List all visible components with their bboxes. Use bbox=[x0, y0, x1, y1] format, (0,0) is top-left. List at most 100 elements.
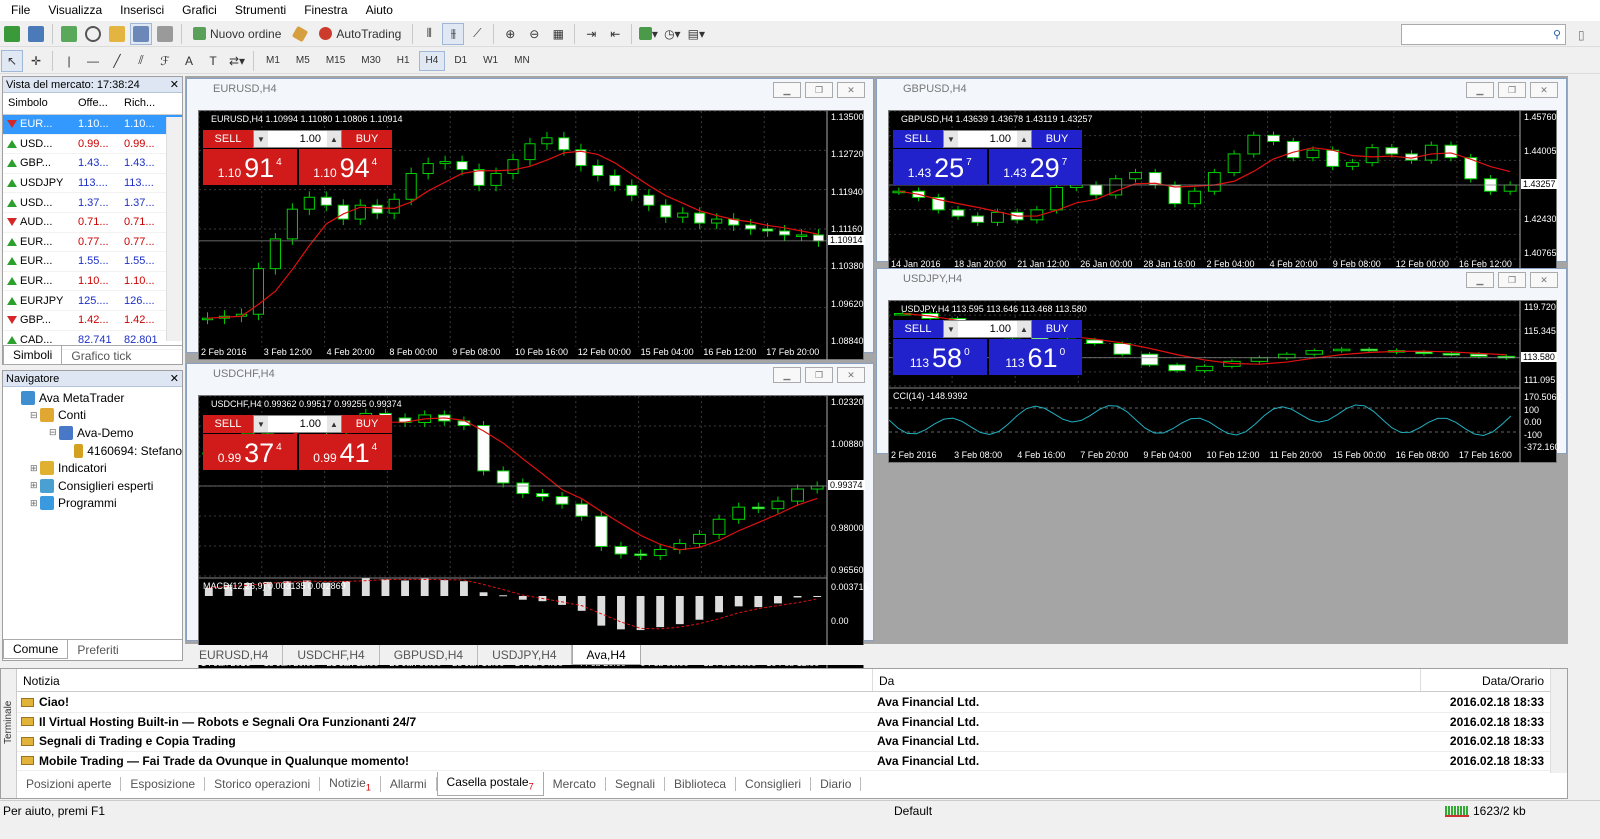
chart-tab[interactable]: EURUSD,H4 bbox=[185, 645, 284, 665]
col-news[interactable]: Notizia bbox=[17, 669, 873, 691]
tab-symbols[interactable]: Simboli bbox=[3, 346, 63, 365]
terminal-toggle-icon[interactable] bbox=[130, 22, 152, 45]
candlestick-icon[interactable]: ⫵ bbox=[442, 22, 465, 45]
chart-window-usdjpy[interactable]: USDJPY,H4 ▁ ❐ ✕ USDJPY,H4 113.595 113.646 … bbox=[876, 268, 1567, 464]
terminal-tab[interactable]: Diario bbox=[811, 777, 862, 791]
lot-up-icon[interactable]: ▲ bbox=[327, 416, 341, 432]
tab-tick-chart[interactable]: Grafico tick bbox=[62, 347, 140, 365]
chart-tab[interactable]: USDCHF,H4 bbox=[283, 645, 380, 665]
lot-down-icon[interactable]: ▼ bbox=[944, 131, 958, 147]
close-icon[interactable]: ✕ bbox=[170, 77, 179, 93]
buy-button[interactable]: BUY bbox=[1032, 320, 1082, 338]
chart-tab[interactable]: USDJPY,H4 bbox=[478, 645, 572, 665]
chart-window-gbpusd[interactable]: GBPUSD,H4 ▁ ❐ ✕ GBPUSD,H4 1.43639 1.43678 … bbox=[876, 78, 1567, 273]
mail-row[interactable]: Mobile Trading — Fai Trade da Ovunque in… bbox=[17, 752, 1550, 771]
lot-down-icon[interactable]: ▼ bbox=[944, 321, 958, 337]
expander-icon[interactable]: ⊟ bbox=[49, 427, 59, 438]
lot-size-input[interactable]: ▼ 1.00 ▲ bbox=[943, 130, 1032, 148]
zoom-in-icon[interactable]: ⊕ bbox=[499, 23, 521, 45]
menu-inserisci[interactable]: Inserisci bbox=[111, 0, 173, 21]
sell-price[interactable]: 0.99 37 4 bbox=[203, 434, 297, 470]
market-watch-toggle-icon[interactable] bbox=[58, 23, 80, 45]
terminal-tab[interactable]: Mercato bbox=[544, 777, 606, 791]
close-icon[interactable]: ✕ bbox=[837, 82, 865, 98]
close-icon[interactable]: ✕ bbox=[170, 371, 179, 387]
market-watch-scrollbar[interactable] bbox=[166, 117, 182, 341]
market-watch-row[interactable]: GBP... 1.42... 1.42... bbox=[3, 311, 182, 331]
market-watch-row[interactable]: AUD... 0.71... 0.71... bbox=[3, 213, 182, 233]
profiles-button[interactable] bbox=[25, 23, 47, 45]
terminal-tab[interactable]: Biblioteca bbox=[665, 777, 737, 791]
navigator-item[interactable]: ⊞ Programmi bbox=[3, 495, 182, 513]
terminal-tab[interactable]: Casella postale7 bbox=[436, 772, 544, 796]
new-chart-button[interactable] bbox=[1, 23, 23, 45]
timeframe-m1[interactable]: M1 bbox=[259, 51, 287, 71]
maximize-icon[interactable]: ❐ bbox=[1498, 82, 1526, 98]
sell-button[interactable]: SELL bbox=[893, 130, 943, 148]
terminal-tab[interactable]: Posizioni aperte bbox=[17, 777, 122, 791]
buy-price[interactable]: 1.10 94 4 bbox=[298, 149, 392, 185]
menu-strumenti[interactable]: Strumenti bbox=[226, 0, 295, 21]
mail-row[interactable]: Segnali di Trading e Copia Trading Ava Fi… bbox=[17, 732, 1550, 752]
sell-price[interactable]: 1.43 25 7 bbox=[893, 149, 987, 185]
expander-icon[interactable]: ⊞ bbox=[30, 498, 40, 509]
mail-row[interactable]: Ciao! Ava Financial Ltd. 2016.02.18 18:33 bbox=[17, 693, 1550, 713]
crosshair-icon[interactable]: ✛ bbox=[25, 50, 47, 72]
terminal-tab[interactable]: Storico operazioni bbox=[205, 777, 321, 791]
lot-up-icon[interactable]: ▲ bbox=[327, 131, 341, 147]
tab-favorites[interactable]: Preferiti bbox=[68, 641, 127, 659]
trendline-icon[interactable]: ╱ bbox=[106, 50, 128, 72]
buy-button[interactable]: BUY bbox=[342, 130, 392, 148]
menu-finestra[interactable]: Finestra bbox=[295, 0, 356, 21]
market-watch-row[interactable]: GBP... 1.43... 1.43... bbox=[3, 154, 182, 174]
navigator-item[interactable]: ⊞ Consiglieri esperti bbox=[3, 477, 182, 495]
vertical-line-icon[interactable]: | bbox=[58, 50, 80, 72]
expander-icon[interactable]: ⊞ bbox=[30, 463, 40, 474]
periods-icon[interactable]: ◷▾ bbox=[661, 23, 683, 45]
terminal-tab[interactable]: Esposizione bbox=[121, 777, 206, 791]
search-input[interactable]: ⚲ bbox=[1401, 24, 1566, 45]
sell-button[interactable]: SELL bbox=[893, 320, 943, 338]
chart-shift-icon[interactable]: ⇤ bbox=[604, 23, 626, 45]
templates-icon[interactable]: ▤▾ bbox=[685, 23, 707, 45]
menu-visualizza[interactable]: Visualizza bbox=[39, 0, 111, 21]
lot-size-input[interactable]: ▼ 1.00 ▲ bbox=[253, 415, 342, 433]
menu-grafici[interactable]: Grafici bbox=[173, 0, 226, 21]
arrows-icon[interactable]: ⇄▾ bbox=[226, 50, 248, 72]
cursor-icon[interactable]: ↖ bbox=[1, 49, 23, 72]
minimize-icon[interactable]: ▁ bbox=[773, 367, 801, 383]
metaeditor-icon[interactable] bbox=[289, 23, 311, 45]
lot-down-icon[interactable]: ▼ bbox=[254, 131, 268, 147]
lot-down-icon[interactable]: ▼ bbox=[254, 416, 268, 432]
timeframe-m5[interactable]: M5 bbox=[289, 51, 317, 71]
timeframe-d1[interactable]: D1 bbox=[447, 51, 474, 71]
timeframe-m30[interactable]: M30 bbox=[354, 51, 387, 71]
sell-price[interactable]: 113 58 0 bbox=[893, 339, 987, 375]
chart-canvas[interactable]: USDJPY,H4 113.595 113.646 113.468 113.58… bbox=[888, 300, 1562, 464]
buy-button[interactable]: BUY bbox=[1032, 130, 1082, 148]
market-watch-row[interactable]: USDJPY 113.... 113.... bbox=[3, 174, 182, 194]
chart-tab[interactable]: Ava,H4 bbox=[571, 645, 641, 665]
maximize-icon[interactable]: ❐ bbox=[1498, 272, 1526, 288]
chart-window-usdchf[interactable]: USDCHF,H4 ▁ ❐ ✕ USDCHF,H4 0.99362 0.99517 … bbox=[186, 363, 874, 672]
timeframe-h4[interactable]: H4 bbox=[418, 50, 446, 71]
tab-common[interactable]: Comune bbox=[3, 640, 69, 659]
minimize-icon[interactable]: ▁ bbox=[1466, 82, 1494, 98]
terminal-tab[interactable]: Segnali bbox=[606, 777, 666, 791]
navigator-item[interactable]: ⊟ Ava-Demo bbox=[3, 424, 182, 442]
col-bid[interactable]: Offe... bbox=[73, 93, 119, 114]
terminal-tab[interactable]: Notizie1 bbox=[320, 775, 381, 793]
sell-button[interactable]: SELL bbox=[203, 415, 253, 433]
zoom-out-icon[interactable]: ⊖ bbox=[523, 23, 545, 45]
navigator-item[interactable]: Ava MetaTrader bbox=[3, 389, 182, 407]
chart-canvas[interactable]: EURUSD,H4 1.10994 1.11080 1.10806 1.1091… bbox=[198, 110, 865, 361]
navigator-item[interactable]: 4160694: Stefano bbox=[3, 442, 182, 460]
menu-file[interactable]: File bbox=[2, 0, 39, 21]
channel-icon[interactable]: ⫽ bbox=[130, 50, 152, 72]
autotrading-button[interactable]: AutoTrading bbox=[313, 23, 407, 45]
sell-button[interactable]: SELL bbox=[203, 130, 253, 148]
maximize-icon[interactable]: ❐ bbox=[805, 367, 833, 383]
chart-canvas[interactable]: USDCHF,H4 0.99362 0.99517 0.99255 0.9937… bbox=[198, 395, 872, 672]
line-chart-icon[interactable]: ⟋ bbox=[466, 23, 488, 45]
sell-price[interactable]: 1.10 91 4 bbox=[203, 149, 297, 185]
